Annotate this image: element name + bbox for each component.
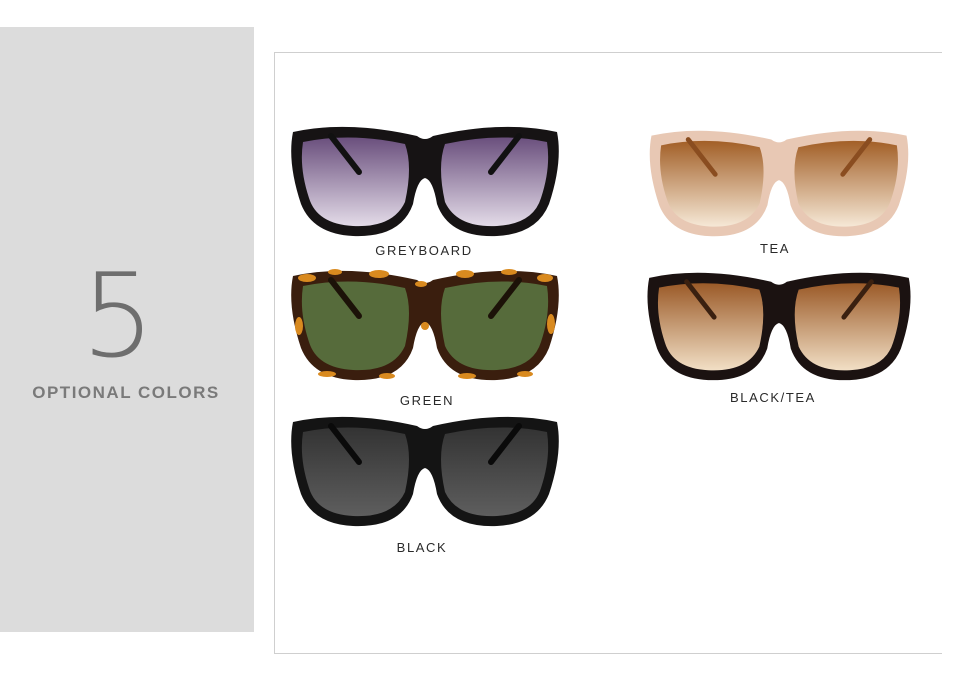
side-panel: 5 OPTIONAL COLORS [0,27,254,632]
variant-label-black-tea: BLACK/TEA [730,390,816,405]
optional-colors-caption: OPTIONAL COLORS [32,383,220,402]
sunglasses-tea-image [649,130,909,237]
sunglasses-black-tea-image [647,272,911,381]
variant-label-greyboard: GREYBOARD [375,243,473,258]
sunglasses-green-image [291,269,559,381]
variant-label-black: BLACK [396,540,448,555]
variant-label-tea: TEA [759,241,791,256]
color-count: 5 [81,249,155,384]
variant-label-green: GREEN [399,393,455,408]
sunglasses-black-image [291,416,559,527]
sunglasses-greyboard-image [291,126,559,237]
